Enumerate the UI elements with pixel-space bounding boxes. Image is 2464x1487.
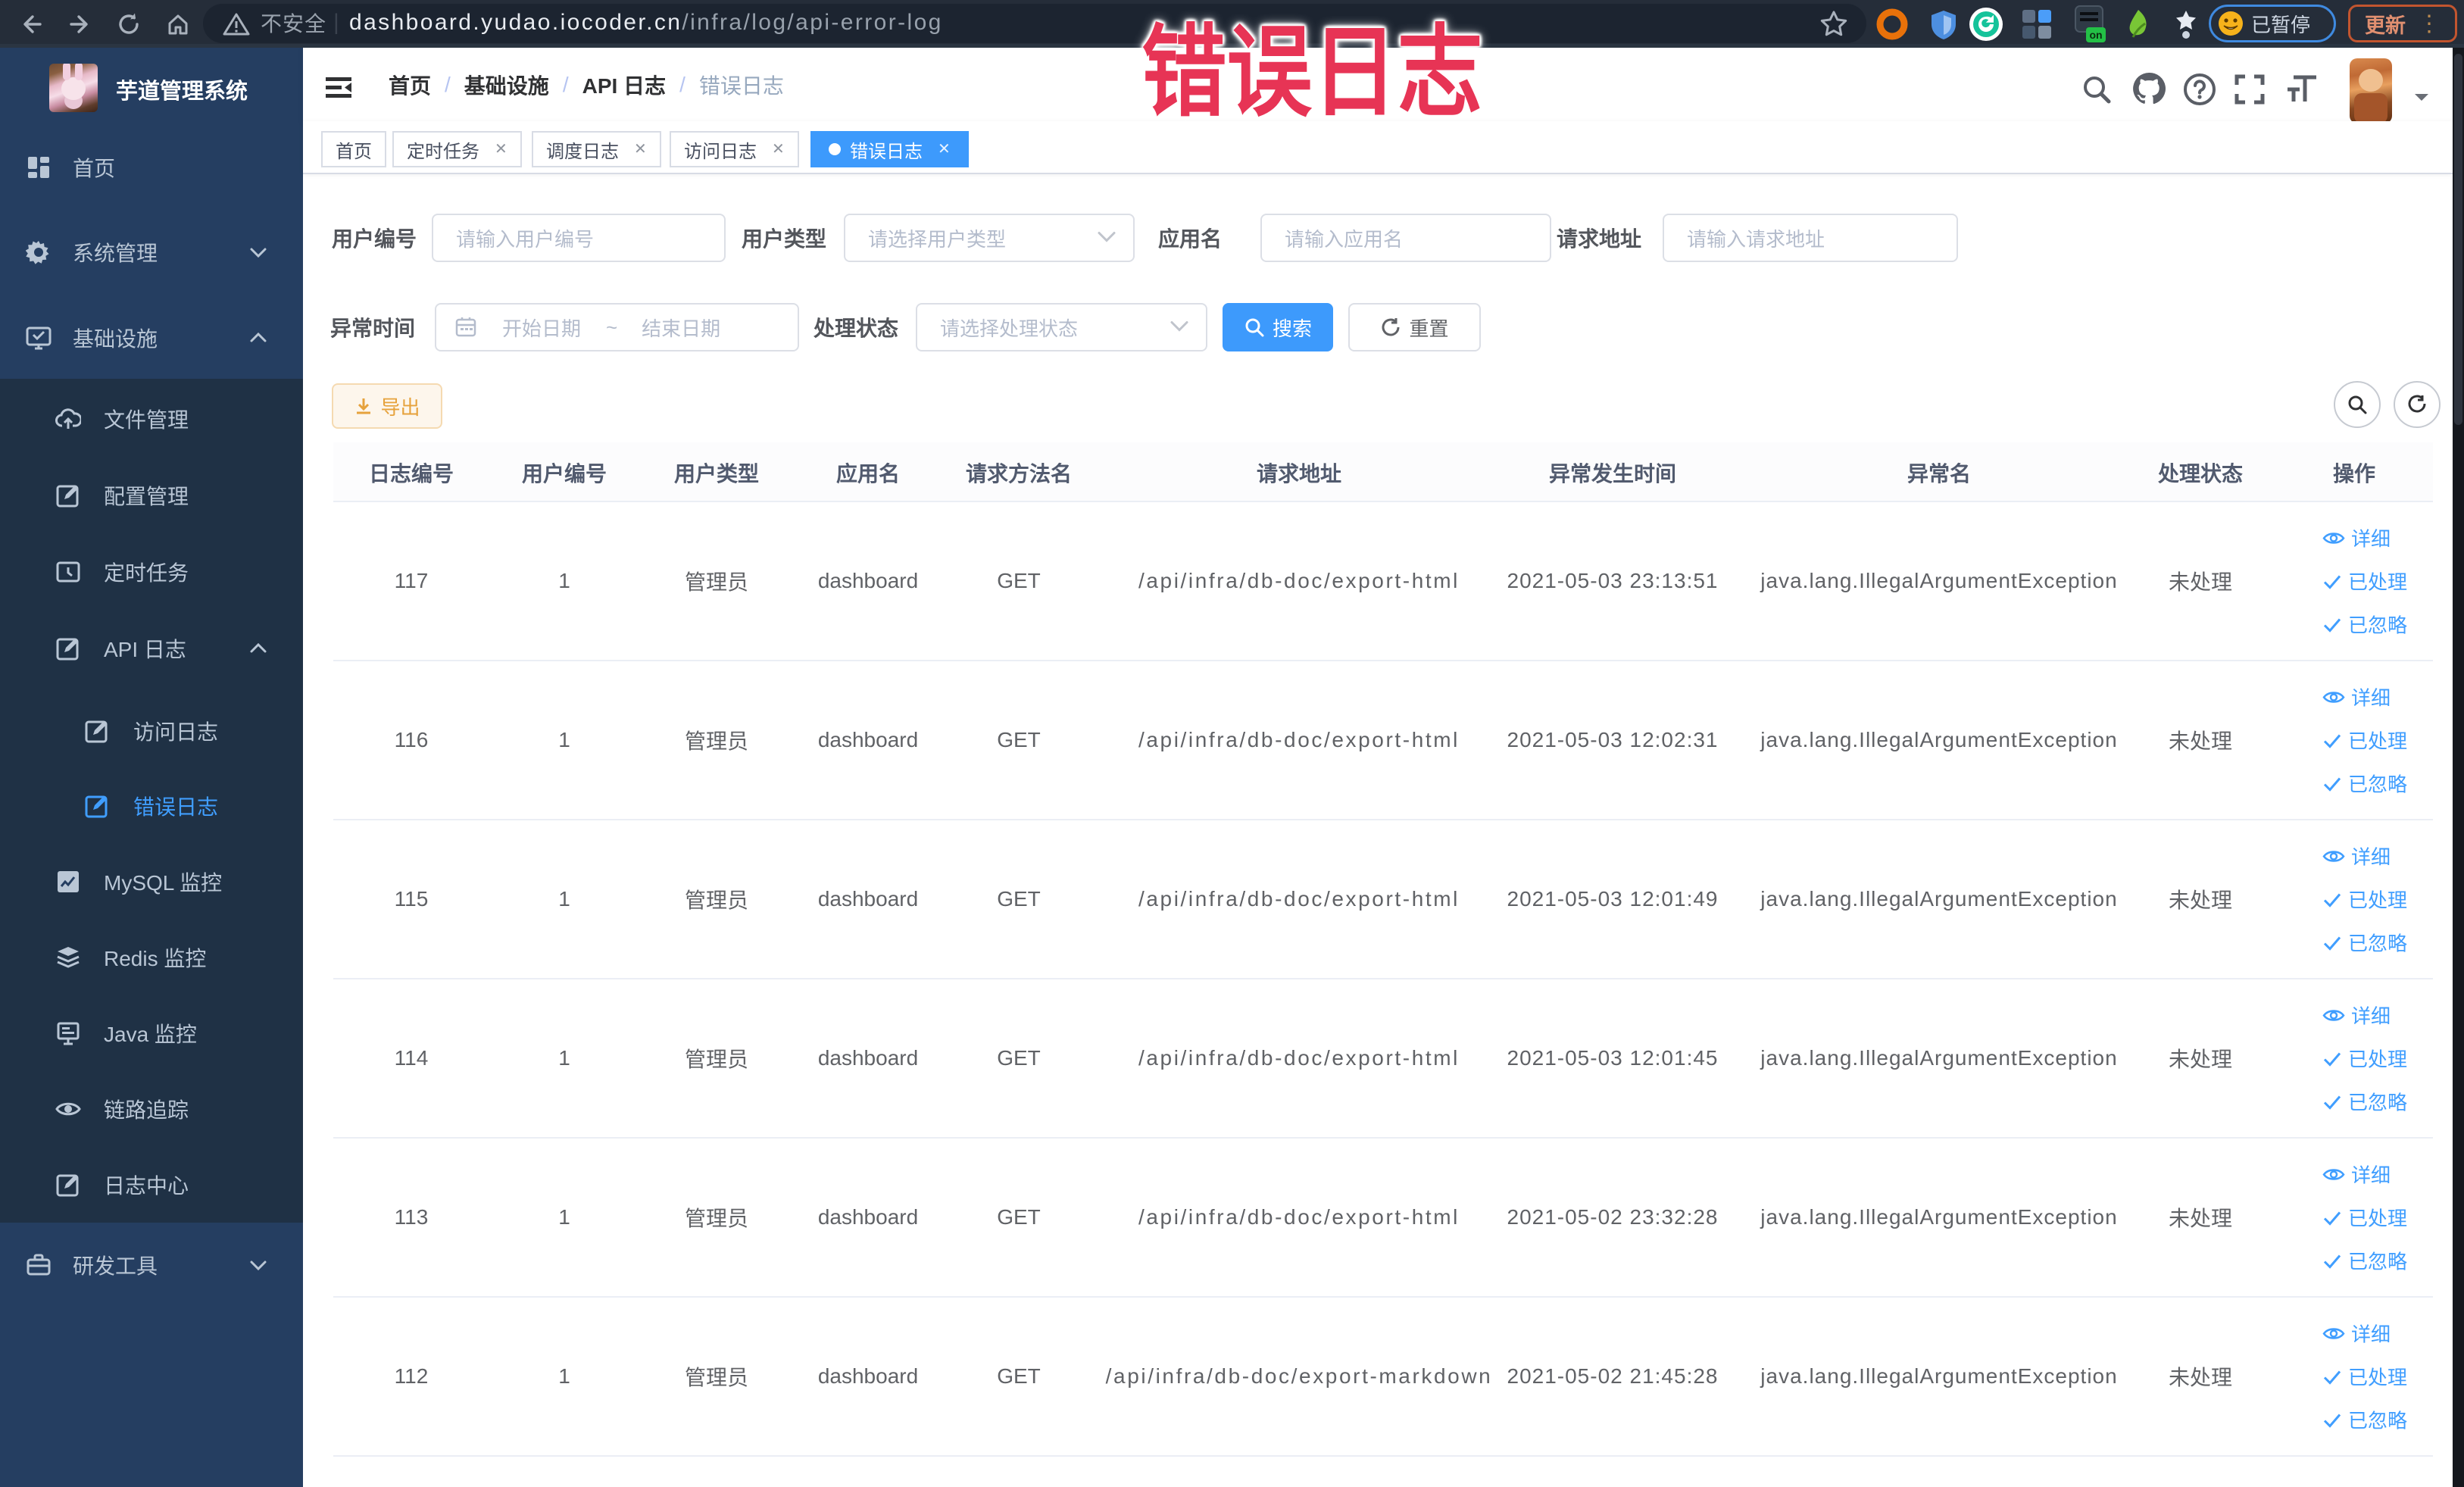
svg-text:on: on <box>2089 29 2102 41</box>
